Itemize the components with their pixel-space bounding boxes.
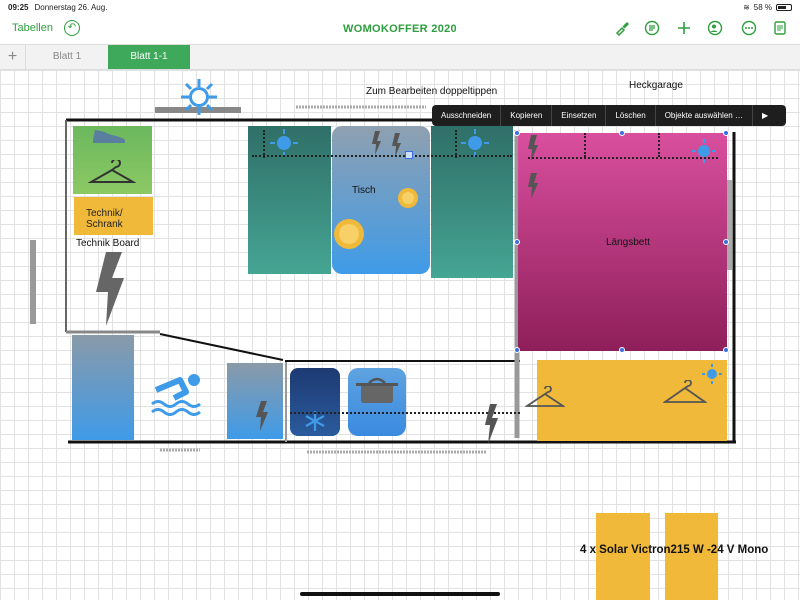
cable-line <box>528 157 718 159</box>
status-bar: 09:25 Donnerstag 26. Aug. ≋ 58 % <box>0 0 800 14</box>
selection-handle[interactable] <box>514 347 520 353</box>
solar-panel[interactable] <box>596 513 650 600</box>
wifi-icon: ≋ <box>743 2 750 12</box>
cable-line <box>584 133 586 157</box>
document-icon[interactable] <box>771 20 789 38</box>
menu-item-delete[interactable]: Löschen <box>606 105 656 126</box>
sun-icon <box>270 129 298 157</box>
menu-item-select-objects[interactable]: Objekte auswählen … <box>656 105 753 126</box>
anchor-handle[interactable] <box>405 151 413 159</box>
water-tank-block[interactable] <box>72 335 134 440</box>
lightning-icon <box>96 252 124 326</box>
fridge-block[interactable] <box>290 368 340 436</box>
home-indicator[interactable] <box>300 592 500 596</box>
table-block[interactable]: Tisch <box>332 126 430 274</box>
menu-item-paste[interactable]: Einsetzen <box>552 105 607 126</box>
seat-right-block[interactable] <box>431 126 513 278</box>
lightning-icon <box>528 135 538 199</box>
format-icon[interactable] <box>643 20 661 38</box>
sun-icon <box>692 139 716 163</box>
pot-icon <box>356 377 398 403</box>
table-label: Tisch <box>352 185 376 196</box>
shoe-icon <box>93 130 125 143</box>
laengsbett-label: Längsbett <box>606 237 650 248</box>
swimmer-icon <box>151 374 201 416</box>
menu-item-copy[interactable]: Kopieren <box>501 105 553 126</box>
tab-blatt-1-1[interactable]: Blatt 1-1 <box>108 45 190 69</box>
menu-item-cut[interactable]: Ausschneiden <box>432 105 502 126</box>
tab-blatt-1[interactable]: Blatt 1 <box>26 45 108 69</box>
plate-icon <box>398 188 418 208</box>
add-sheet-button[interactable]: + <box>0 45 26 69</box>
toolbar: Tabellen ↶ WOMOKOFFER 2020 <box>0 14 800 44</box>
selection-handle[interactable] <box>723 130 729 136</box>
hanger-icon <box>663 380 707 403</box>
selection-handle[interactable] <box>723 239 729 245</box>
status-right: ≋ 58 % <box>743 3 792 12</box>
context-menu: Ausschneiden Kopieren Einsetzen Löschen … <box>432 105 786 126</box>
wardrobe-block[interactable] <box>525 360 727 441</box>
plate-icon <box>334 219 364 249</box>
more-icon[interactable] <box>740 20 758 38</box>
cable-line <box>252 155 512 157</box>
technik-board-label: Technik Board <box>76 238 140 249</box>
hanger-icon <box>525 386 565 407</box>
stove-block[interactable] <box>348 368 406 436</box>
paintbrush-icon[interactable] <box>613 20 631 38</box>
shoe-cabinet[interactable] <box>73 126 152 194</box>
battery-icon <box>776 3 792 11</box>
battery-percent: 58 % <box>753 2 772 12</box>
selection-handle[interactable] <box>723 347 729 353</box>
selection-handle[interactable] <box>514 239 520 245</box>
solar-label: 4 x Solar Victron215 W -24 V Mono <box>580 544 769 556</box>
small-lightning-icon <box>256 401 268 431</box>
selection-handle[interactable] <box>514 130 520 136</box>
add-icon[interactable] <box>675 20 693 38</box>
cable-line <box>658 133 660 157</box>
technik-schrank-block[interactable]: Technik/ Schrank <box>74 197 153 235</box>
seat-left-block[interactable] <box>248 126 331 274</box>
sun-icon <box>181 79 217 115</box>
status-date: Donnerstag 26. Aug. <box>34 2 108 12</box>
selection-handle[interactable] <box>619 347 625 353</box>
sheet-tab-bar: + Blatt 1 Blatt 1-1 <box>0 44 800 70</box>
cable-line <box>263 130 265 158</box>
menu-more-arrow[interactable]: ▶ <box>753 105 777 126</box>
laengsbett-block[interactable]: Längsbett <box>518 133 727 351</box>
solar-panel[interactable] <box>665 513 718 600</box>
selection-handle[interactable] <box>619 130 625 136</box>
status-time: 09:25 <box>8 2 29 12</box>
hanger-icon <box>88 160 136 183</box>
lightning-icon <box>485 404 498 444</box>
heckgarage-label: Heckgarage <box>629 80 683 91</box>
edit-hint-label: Zum Bearbeiten doppeltippen <box>366 86 498 97</box>
sun-icon <box>461 129 489 157</box>
battery-block[interactable] <box>227 363 283 439</box>
collaborate-icon[interactable] <box>706 20 724 38</box>
cable-line <box>455 130 457 158</box>
